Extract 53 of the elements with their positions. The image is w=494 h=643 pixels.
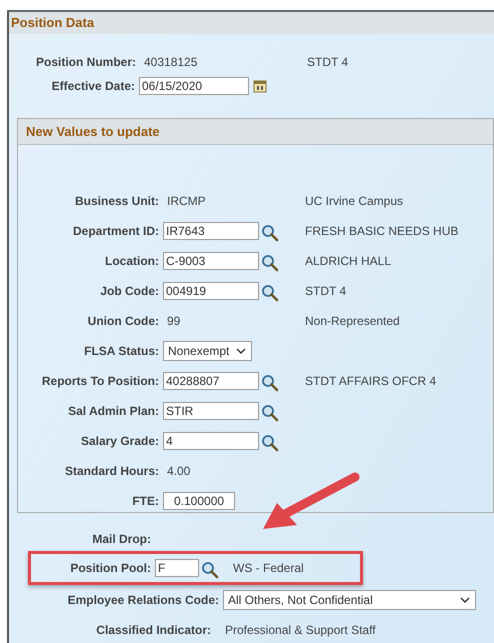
field-value: IRCMP: [166, 194, 207, 208]
search-icon[interactable]: [261, 434, 279, 452]
field-description: UC Irvine Campus: [305, 194, 404, 208]
search-icon[interactable]: [261, 404, 279, 422]
field-description: STDT 4: [305, 284, 346, 298]
field-label: Mail Drop:: [91, 532, 152, 546]
field-label: Sal Admin Plan:: [67, 404, 160, 418]
section-title: New Values to update: [18, 119, 493, 145]
dropdown[interactable]: Nonexempt: [163, 341, 252, 361]
field-label: Position Pool:: [69, 561, 152, 575]
input-field[interactable]: 004919: [163, 282, 259, 300]
field-description: ALDRICH HALL: [305, 254, 392, 268]
field-label: Position Number:: [34, 55, 137, 69]
field-label: Employee Relations Code:: [66, 593, 220, 607]
panel-title: Position Data: [9, 12, 494, 34]
input-field[interactable]: C-9003: [163, 252, 259, 270]
chevron-down-icon: [459, 596, 471, 604]
field-label: Business Unit:: [74, 194, 160, 208]
dropdown[interactable]: All Others, Not Confidential: [223, 590, 476, 610]
field-label: Salary Grade:: [80, 434, 160, 448]
field-label: Standard Hours:: [64, 464, 160, 478]
field-value: Professional & Support Staff: [225, 623, 376, 637]
field-label: Location:: [104, 254, 160, 268]
search-icon[interactable]: [201, 560, 219, 578]
field-label: Department ID:: [72, 224, 160, 238]
field-label: Union Code:: [86, 314, 160, 328]
field-description: Non-Represented: [305, 314, 400, 328]
field-value: 4.00: [166, 464, 192, 478]
chevron-down-icon: [235, 347, 248, 355]
field-label: Effective Date:: [50, 79, 136, 93]
input-field[interactable]: 0.100000: [163, 492, 235, 510]
field-value: 40318125: [143, 55, 198, 69]
input-field[interactable]: 06/15/2020: [139, 77, 249, 95]
field-description: WS - Federal: [233, 561, 304, 575]
field-description: FRESH BASIC NEEDS HUB: [305, 224, 458, 238]
field-label: FTE:: [131, 494, 160, 508]
search-icon[interactable]: [261, 254, 279, 272]
field-label: Classified Indicator:: [95, 623, 212, 637]
field-value: 99: [166, 314, 182, 328]
field-label: Reports To Position:: [40, 374, 160, 388]
search-icon[interactable]: [261, 374, 279, 392]
input-field[interactable]: STIR: [163, 402, 259, 420]
input-field[interactable]: F: [155, 559, 199, 577]
calendar-icon[interactable]: [253, 79, 267, 93]
field-label: Job Code:: [99, 284, 160, 298]
field-label: FLSA Status:: [83, 344, 160, 358]
input-field[interactable]: 40288807: [163, 372, 259, 390]
input-field[interactable]: 4: [163, 432, 259, 450]
field-description: STDT 4: [307, 55, 348, 69]
search-icon[interactable]: [261, 224, 279, 242]
search-icon[interactable]: [261, 284, 279, 302]
field-description: STDT AFFAIRS OFCR 4: [305, 374, 436, 388]
input-field[interactable]: IR7643: [163, 222, 259, 240]
